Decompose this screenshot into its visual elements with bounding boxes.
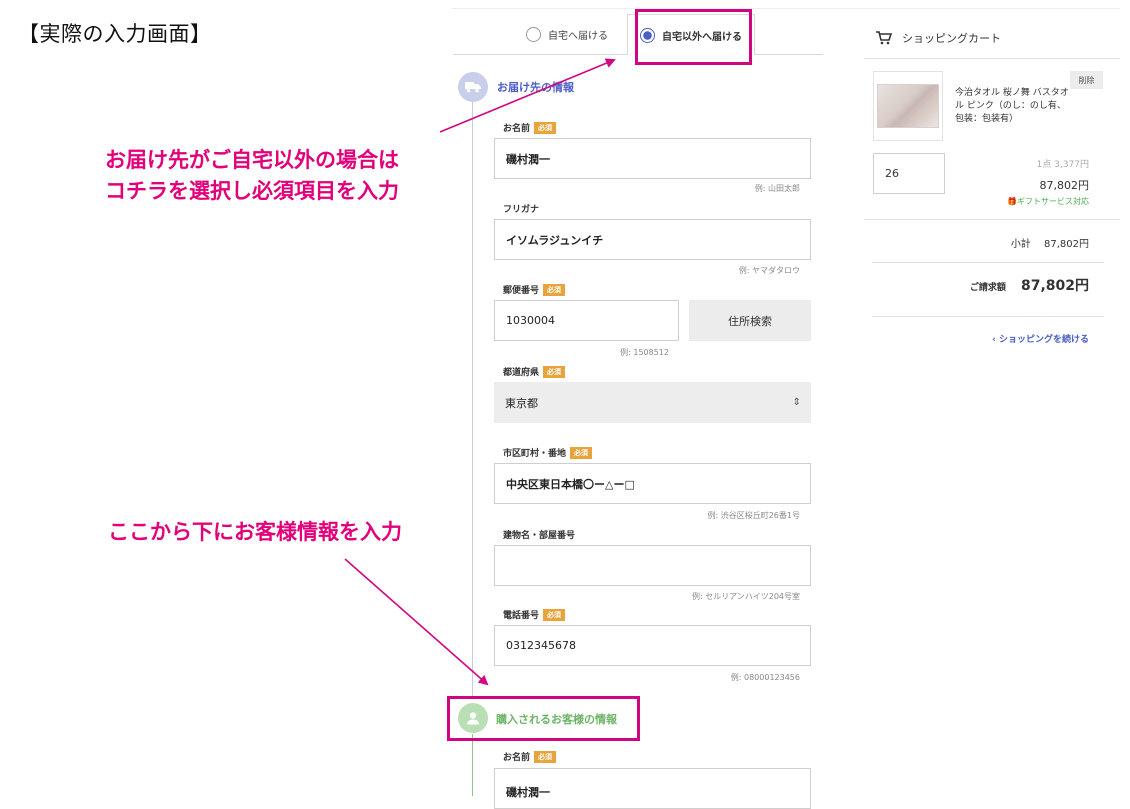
subtotal-value: 87,802円 [1044,239,1089,250]
towel-image [877,84,939,128]
subtotal-row: 小計 87,802円 [960,235,1089,250]
product-name: 今治タオル 桜ノ舞 バスタオル ピンク（のし：のし有、包装：包装有） [955,88,1069,124]
cart-title: ショッピングカート [902,32,1001,45]
product-thumbnail[interactable] [873,71,943,141]
continue-shopping-link[interactable]: ‹ ショッピングを続ける [930,332,1089,345]
chevron-left-icon: ‹ [992,335,999,345]
continue-shopping-label: ショッピングを続ける [998,335,1089,345]
gift-label: ギフトサービス対応 [1017,197,1089,206]
cart-divider [864,58,1120,59]
cart-divider [872,262,1104,263]
subtotal-label: 小計 [1010,239,1031,250]
total-value: 87,802円 [1020,278,1089,294]
cart-divider [872,316,1104,317]
gift-icon: 🎁 [1007,197,1017,206]
total-row: ご請求額 87,802円 [930,275,1089,295]
total-label: ご請求額 [969,283,1006,293]
unit-price: 1点 3,377円 [1036,160,1089,170]
cart-header: ショッピングカート [876,30,1001,46]
cart-divider [864,219,1120,220]
gift-service: 🎁ギフトサービス対応 [960,196,1089,207]
cart-icon [876,31,892,45]
quantity-input[interactable]: 26 [873,153,945,194]
arrow-to-customer [344,558,489,686]
line-total: 87,802円 [1039,179,1090,192]
arrow-to-tab [439,58,616,133]
delete-button[interactable]: 削除 [1070,71,1103,89]
